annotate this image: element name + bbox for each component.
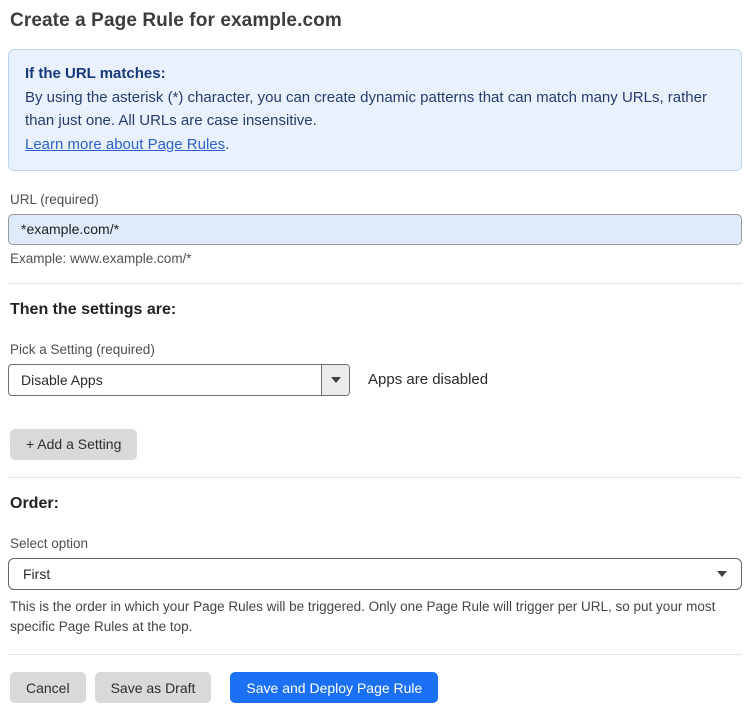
save-and-deploy-button[interactable]: Save and Deploy Page Rule [230,672,439,704]
learn-more-link[interactable]: Learn more about Page Rules [25,136,225,153]
page-title: Create a Page Rule for example.com [10,10,342,31]
url-input[interactable] [8,213,742,245]
setting-dropdown-value: Disable Apps [21,371,103,388]
link-period: . [225,136,230,154]
add-setting-button[interactable]: + Add a Setting [10,428,138,460]
info-box-link-line: Learn more about Page Rules. [25,133,725,157]
order-section-heading: Order: [10,494,59,512]
divider [8,476,742,478]
caret-down-icon [717,570,727,577]
url-field-label: URL (required) [10,191,99,207]
settings-section-heading: Then the settings are: [10,300,177,318]
setting-dropdown[interactable]: Disable Apps [8,363,350,396]
order-helper-text: This is the order in which your Page Rul… [10,598,716,634]
info-box-body: By using the asterisk (*) character, you… [25,88,707,130]
setting-picker-row: Disable Apps Apps are disabled [8,363,742,396]
order-select[interactable]: First [8,557,742,590]
pick-setting-label: Pick a Setting (required) [10,341,155,357]
footer-actions: Cancel Save as Draft Save and Deploy Pag… [10,672,742,704]
url-match-info-box: If the URL matches: By using the asteris… [8,49,742,171]
order-select-label: Select option [10,535,89,551]
divider [8,654,742,656]
setting-dropdown-caret-button[interactable] [321,364,349,395]
url-example-helper: Example: www.example.com/* [10,250,192,266]
order-select-value: First [23,565,51,582]
info-box-heading: If the URL matches: [25,65,166,82]
divider [8,282,742,284]
cancel-button[interactable]: Cancel [10,672,86,704]
setting-status-text: Apps are disabled [368,371,489,389]
save-as-draft-button[interactable]: Save as Draft [94,672,212,704]
caret-down-icon [330,376,341,383]
